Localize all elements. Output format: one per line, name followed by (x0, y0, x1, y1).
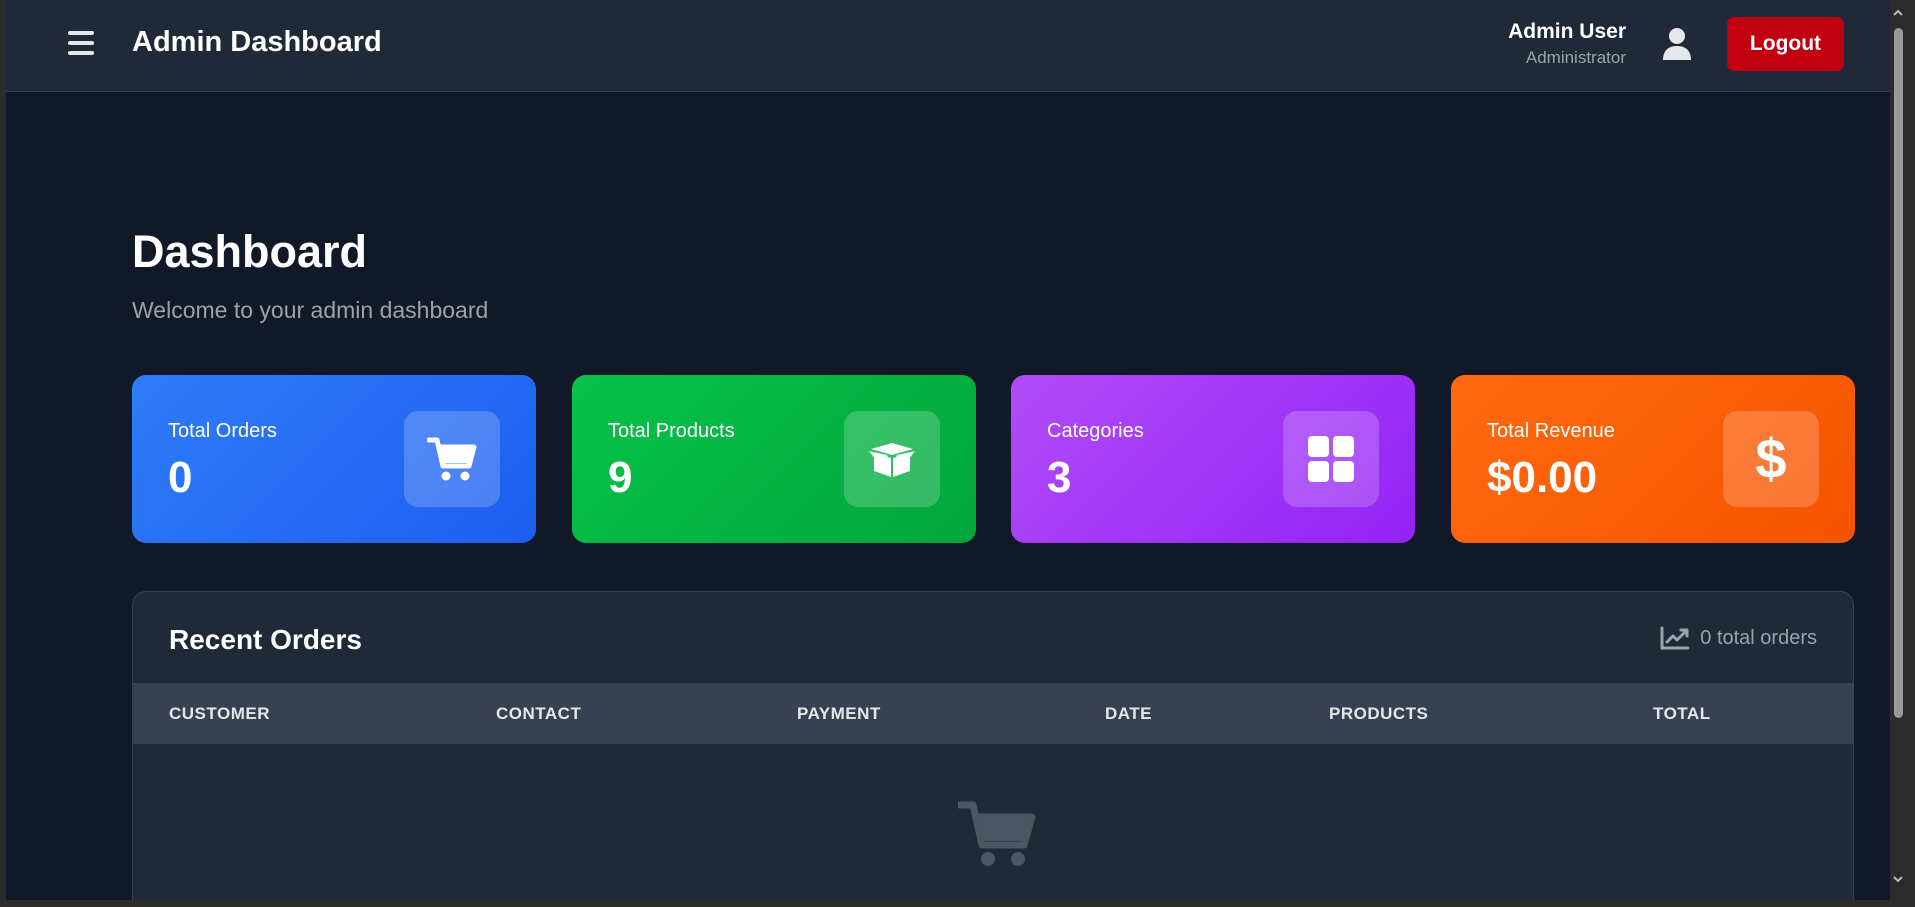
stat-label: Total Products (608, 420, 735, 442)
scroll-down-arrow-icon[interactable] (1893, 874, 1903, 884)
user-role: Administrator (1525, 48, 1626, 67)
stat-label: Total Revenue (1487, 420, 1615, 442)
column-header-date[interactable]: DATE (1105, 704, 1152, 724)
hamburger-menu-icon[interactable] (66, 29, 96, 59)
stat-icon-box (1283, 411, 1379, 507)
stat-value: 3 (1047, 453, 1072, 502)
app-window: Admin Dashboard Admin User Administrator… (6, 0, 1890, 900)
stat-value: 0 (168, 453, 193, 502)
logout-button[interactable]: Logout (1727, 17, 1844, 71)
orders-table-header: CUSTOMER CONTACT PAYMENT DATE PRODUCTS T… (133, 683, 1853, 744)
column-header-products[interactable]: PRODUCTS (1329, 704, 1428, 724)
app-title: Admin Dashboard (132, 26, 382, 58)
empty-cart-icon (958, 801, 1036, 866)
vertical-scrollbar[interactable] (1890, 0, 1906, 900)
page-title: Dashboard (132, 226, 368, 277)
orders-empty-state (133, 744, 1853, 900)
window-bottom-edge (0, 900, 1915, 907)
orders-count: 0 total orders (1660, 626, 1817, 650)
stat-label: Categories (1047, 420, 1144, 442)
orders-count-label: 0 total orders (1700, 626, 1817, 649)
stat-icon-box (404, 411, 500, 507)
page-subtitle: Welcome to your admin dashboard (132, 297, 489, 323)
stat-card-total-revenue: Total Revenue $0.00 $ (1451, 375, 1855, 543)
shopping-cart-icon (427, 437, 477, 481)
column-header-contact[interactable]: CONTACT (496, 704, 581, 724)
stat-icon-box: $ (1723, 411, 1819, 507)
top-bar: Admin Dashboard Admin User Administrator… (6, 0, 1890, 92)
recent-orders-title: Recent Orders (169, 624, 362, 655)
user-name: Admin User (1508, 20, 1626, 43)
stat-card-total-orders: Total Orders 0 (132, 375, 536, 543)
recent-orders-panel: Recent Orders 0 total orders CUSTOMER CO… (132, 591, 1854, 900)
scrollbar-thumb[interactable] (1894, 28, 1903, 718)
column-header-total[interactable]: TOTAL (1653, 704, 1711, 724)
stat-card-categories: Categories 3 (1011, 375, 1415, 543)
stat-value: 9 (608, 453, 633, 502)
box-icon (869, 443, 915, 477)
user-info: Admin User Administrator (1508, 20, 1626, 68)
stat-icon-box (844, 411, 940, 507)
chart-line-icon (1660, 626, 1690, 650)
column-header-payment[interactable]: PAYMENT (797, 704, 881, 724)
dollar-icon: $ (1755, 427, 1787, 490)
stat-value: $0.00 (1487, 453, 1598, 502)
grid-icon (1308, 436, 1354, 482)
scroll-up-arrow-icon[interactable] (1893, 8, 1903, 18)
column-header-customer[interactable]: CUSTOMER (169, 704, 270, 724)
user-icon[interactable] (1661, 26, 1693, 62)
stat-card-total-products: Total Products 9 (572, 375, 976, 543)
stat-label: Total Orders (168, 420, 277, 442)
